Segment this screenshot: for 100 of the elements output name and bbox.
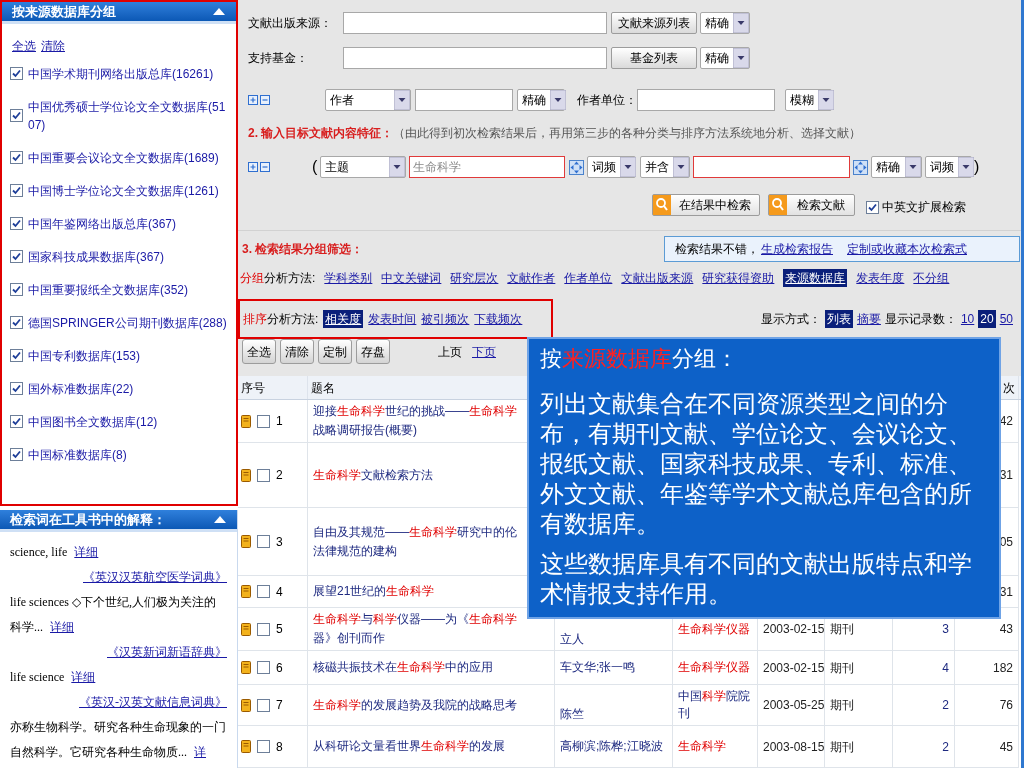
- checkbox[interactable]: [257, 468, 270, 482]
- link[interactable]: 《汉英新词新语辞典》: [107, 645, 227, 659]
- checkbox[interactable]: [257, 414, 270, 428]
- link[interactable]: 全选: [12, 38, 36, 54]
- dropdown[interactable]: 词频: [587, 156, 636, 178]
- checkbox[interactable]: [10, 283, 23, 296]
- link[interactable]: 详细: [74, 545, 99, 559]
- collapse-icon[interactable]: [213, 515, 227, 524]
- checkbox[interactable]: [10, 415, 23, 428]
- option-link[interactable]: 文献出版来源: [621, 269, 694, 287]
- dropdown[interactable]: 精确: [700, 47, 750, 69]
- button[interactable]: 清除: [280, 339, 314, 364]
- document-icon[interactable]: [241, 535, 251, 548]
- option-link[interactable]: 文献作者: [507, 269, 556, 287]
- title-link[interactable]: 从科研论文量看世界生命科学的发展: [313, 737, 505, 756]
- link[interactable]: 详: [194, 745, 206, 759]
- plus-icon[interactable]: [248, 95, 258, 105]
- search-button[interactable]: 检索文献: [768, 194, 855, 216]
- option-link[interactable]: 来源数据库: [783, 269, 848, 287]
- button[interactable]: 基金列表: [611, 47, 697, 69]
- option-link[interactable]: 发表年度: [856, 269, 905, 287]
- checkbox[interactable]: [257, 661, 270, 674]
- option-link[interactable]: 作者单位: [564, 269, 613, 287]
- link[interactable]: 《英汉-汉英文献信息词典》: [79, 695, 227, 709]
- option-link[interactable]: 被引频次: [421, 310, 470, 328]
- checkbox[interactable]: [10, 448, 23, 461]
- input-field[interactable]: [637, 89, 775, 111]
- input-field[interactable]: 生命科学: [409, 156, 565, 178]
- database-link[interactable]: 中国图书全文数据库(12): [28, 412, 228, 431]
- link[interactable]: 定制或收藏本次检索式: [847, 240, 967, 258]
- input-field[interactable]: [415, 89, 513, 111]
- link[interactable]: 详细: [71, 670, 96, 684]
- dropdown[interactable]: 精确: [517, 89, 565, 111]
- checkbox[interactable]: [10, 151, 23, 164]
- link[interactable]: 生成检索报告: [761, 240, 833, 258]
- option-link[interactable]: 中文关键词: [381, 269, 442, 287]
- button[interactable]: 存盘: [356, 339, 390, 364]
- source-link[interactable]: 中国科学院院刊: [678, 688, 752, 722]
- document-icon[interactable]: [241, 740, 251, 753]
- option-link[interactable]: 50: [999, 310, 1013, 328]
- button[interactable]: 全选: [242, 339, 276, 364]
- database-link[interactable]: 中国重要报纸全文数据库(352): [28, 280, 228, 299]
- checkbox[interactable]: [257, 740, 270, 753]
- link[interactable]: 下页: [472, 342, 496, 361]
- input-field[interactable]: [343, 47, 607, 69]
- document-icon[interactable]: [241, 414, 251, 428]
- dropdown[interactable]: 并含: [640, 156, 690, 178]
- source-link[interactable]: 生命科学仪器: [678, 620, 750, 638]
- checkbox[interactable]: [10, 349, 23, 362]
- checkbox[interactable]: [10, 184, 23, 197]
- database-link[interactable]: 中国博士学位论文全文数据库(1261): [28, 181, 228, 200]
- collapse-icon[interactable]: [212, 7, 226, 16]
- checkbox[interactable]: [10, 316, 23, 329]
- source-link[interactable]: 生命科学: [678, 738, 726, 755]
- document-icon[interactable]: [241, 585, 251, 598]
- search-button[interactable]: 在结果中检索: [652, 194, 760, 216]
- checkbox[interactable]: [257, 622, 270, 636]
- option-link[interactable]: 10: [960, 310, 975, 328]
- title-link[interactable]: 核磁共振技术在生命科学中的应用: [313, 658, 493, 677]
- database-link[interactable]: 中国标准数据库(8): [28, 445, 228, 464]
- document-icon[interactable]: [241, 468, 251, 482]
- author-link[interactable]: 车文华;张一鸣: [560, 659, 636, 676]
- option-link[interactable]: 下载频次: [474, 310, 523, 328]
- database-link[interactable]: 中国专利数据库(153): [28, 346, 228, 365]
- dropdown[interactable]: 精确: [871, 156, 922, 178]
- option-link[interactable]: 20: [978, 310, 996, 328]
- dropdown[interactable]: 精确: [700, 12, 750, 34]
- minus-icon[interactable]: [260, 162, 270, 172]
- option-link[interactable]: 摘要: [856, 310, 881, 328]
- checkbox[interactable]: [257, 535, 270, 548]
- expand-icon[interactable]: [853, 159, 868, 175]
- document-icon[interactable]: [241, 698, 251, 712]
- option-link[interactable]: 学科类别: [324, 269, 373, 287]
- button[interactable]: 文献来源列表: [611, 12, 697, 34]
- title-link[interactable]: 自由及其规范——生命科学研究中的伦 法律规范的建构: [313, 522, 517, 561]
- input-field[interactable]: [343, 12, 607, 34]
- checkbox[interactable]: [10, 217, 23, 230]
- database-link[interactable]: 中国学术期刊网络出版总库(16261): [28, 64, 228, 83]
- database-link[interactable]: 中国重要会议论文全文数据库(1689): [28, 148, 228, 167]
- title-link[interactable]: 生命科学的发展趋势及我院的战略思考: [313, 695, 517, 715]
- database-link[interactable]: 中国优秀硕士学位论文全文数据库(5107): [28, 97, 228, 134]
- dropdown[interactable]: 模糊: [785, 89, 832, 111]
- plus-icon[interactable]: [248, 162, 258, 172]
- source-link[interactable]: 生命科学仪器: [678, 659, 750, 676]
- link[interactable]: 清除: [41, 38, 65, 54]
- checkbox[interactable]: [257, 585, 270, 598]
- database-link[interactable]: 德国SPRINGER公司期刊数据库(288): [28, 313, 228, 332]
- input-field[interactable]: [693, 156, 850, 178]
- option-link[interactable]: 研究层次: [450, 269, 499, 287]
- option-link[interactable]: 不分组: [913, 269, 950, 287]
- author-link[interactable]: 陈竺: [560, 706, 584, 723]
- dropdown[interactable]: 作者: [325, 89, 411, 111]
- checkbox[interactable]: [866, 200, 879, 214]
- expand-icon[interactable]: [569, 159, 584, 175]
- dropdown[interactable]: 词频: [925, 156, 972, 178]
- document-icon[interactable]: [241, 661, 251, 674]
- option-link[interactable]: 研究获得资助: [702, 269, 775, 287]
- checkbox[interactable]: [10, 67, 23, 80]
- title-link[interactable]: 生命科学文献检索方法: [313, 465, 433, 485]
- document-icon[interactable]: [241, 622, 251, 636]
